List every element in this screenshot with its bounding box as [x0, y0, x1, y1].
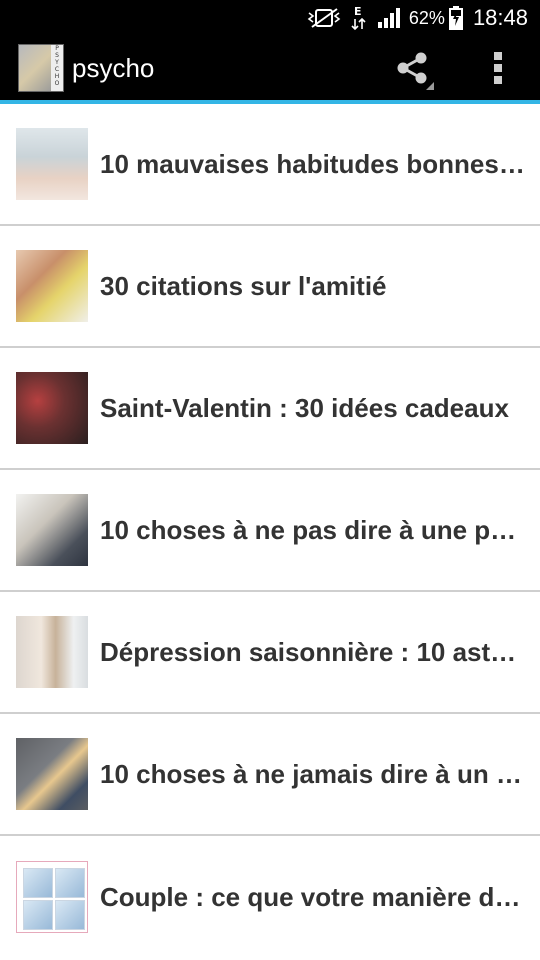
more-vertical-icon [494, 52, 502, 84]
list-item[interactable]: Dépression saisonnière : 10 astuces [0, 592, 540, 714]
article-thumbnail [16, 250, 88, 322]
article-thumbnail [16, 861, 88, 933]
svg-text:E: E [354, 5, 362, 18]
status-clock: 18:48 [472, 5, 528, 30]
article-thumbnail [16, 372, 88, 444]
overflow-menu-button[interactable] [470, 40, 526, 96]
share-icon [397, 52, 427, 84]
article-title: Saint-Valentin : 30 idées cadeaux [100, 392, 509, 423]
app-logo-strip: PSYCHO [51, 45, 63, 91]
battery-percent: 62% [408, 7, 445, 28]
article-title: Dépression saisonnière : 10 astuces [100, 636, 526, 667]
app-title: psycho [72, 52, 155, 83]
signal-icon [377, 7, 401, 29]
list-item[interactable]: 10 mauvaises habitudes bonnes pour la sa… [0, 104, 540, 226]
article-thumbnail [16, 738, 88, 810]
article-title: 10 choses à ne jamais dire à un couple [100, 758, 526, 789]
article-thumbnail [16, 616, 88, 688]
list-item[interactable]: 30 citations sur l'amitié [0, 226, 540, 348]
article-list: 10 mauvaises habitudes bonnes pour la sa… [0, 104, 540, 958]
article-title: 10 mauvaises habitudes bonnes pour la sa… [100, 148, 526, 179]
list-item[interactable]: Saint-Valentin : 30 idées cadeaux [0, 348, 540, 470]
list-item[interactable]: 10 choses à ne jamais dire à un couple [0, 714, 540, 836]
vibrate-icon [307, 7, 341, 29]
list-item[interactable]: Couple : ce que votre manière de dormir [0, 836, 540, 958]
article-thumbnail [16, 128, 88, 200]
battery-charging-icon [448, 6, 463, 30]
list-item[interactable]: 10 choses à ne pas dire à une personne [0, 470, 540, 592]
app-logo-icon[interactable]: PSYCHO [18, 44, 64, 92]
article-title: 10 choses à ne pas dire à une personne [100, 514, 526, 545]
article-title: Couple : ce que votre manière de dormir [100, 881, 526, 912]
data-e-arrows-icon: E [351, 5, 367, 31]
article-thumbnail [16, 494, 88, 566]
action-bar: PSYCHO psycho [0, 36, 540, 104]
share-button[interactable] [384, 40, 440, 96]
status-bar: E 62% 18:48 [0, 0, 540, 36]
article-title: 30 citations sur l'amitié [100, 270, 387, 301]
